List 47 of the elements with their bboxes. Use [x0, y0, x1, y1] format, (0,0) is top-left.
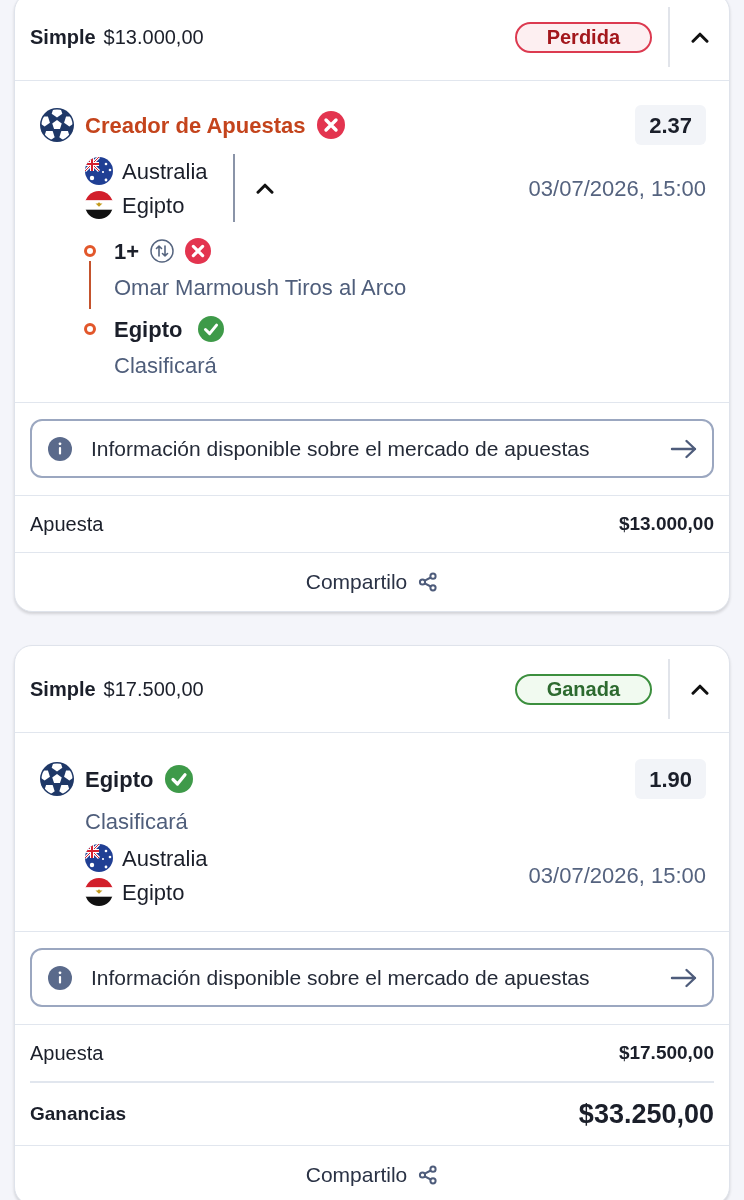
leg-connector-line [89, 261, 91, 309]
row-label: Ganancias [30, 1101, 127, 1126]
bet-amount: $13.000,00 [103, 25, 204, 50]
leg-description: Omar Marmoush Tiros al Arco [114, 273, 407, 302]
match-date: 03/07/2026, 15:00 [528, 861, 706, 890]
flag-icon [85, 878, 113, 906]
up-down-arrows-icon [150, 239, 175, 263]
bet-type-label: Simple [30, 677, 96, 702]
match-date: 03/07/2026, 15:00 [528, 174, 706, 203]
arrow-right-icon [670, 966, 698, 989]
odds-value: 1.90 [635, 759, 706, 799]
leg-description: Clasificará [114, 351, 217, 380]
row-label: Apuesta [30, 512, 104, 537]
row-value: $13.000,00 [618, 511, 714, 536]
team-name: Australia [122, 157, 208, 186]
arrow-right-icon [670, 437, 698, 460]
flag-icon [85, 191, 113, 219]
selection-title: Egipto [85, 765, 154, 794]
row-value: $33.250,00 [578, 1097, 714, 1131]
info-icon [48, 436, 72, 461]
bet-amount: $17.500,00 [103, 677, 204, 702]
selection-title: Creador de Apuestas [85, 111, 306, 140]
leg-value: Egipto [114, 315, 183, 344]
status-badge: Ganada [514, 673, 652, 705]
selection-description: Clasificará [85, 807, 188, 836]
ring-icon [84, 323, 96, 335]
share-button[interactable]: Compartilo [305, 566, 439, 598]
flag-icon [85, 844, 113, 872]
flag-icon [85, 157, 113, 185]
team-name: Egipto [122, 878, 185, 907]
share-icon [418, 572, 439, 592]
soccer-ball-icon [40, 762, 74, 796]
row-value: $17.500,00 [618, 1040, 714, 1065]
odds-value: 2.37 [635, 105, 706, 145]
team-name: Australia [122, 844, 208, 873]
row-label: Apuesta [30, 1041, 104, 1066]
market-info-button[interactable]: Información disponible sobre el mercado de apuestas [30, 419, 714, 478]
share-icon [418, 1165, 439, 1185]
soccer-ball-icon [40, 108, 74, 142]
status-badge: Perdida [514, 21, 652, 53]
info-icon [48, 965, 72, 990]
market-info-button[interactable]: Información disponible sobre el mercado de apuestas [30, 948, 714, 1007]
leg-value: 1+ [114, 237, 140, 266]
bet-type-label: Simple [30, 25, 96, 50]
share-button[interactable]: Compartilo [305, 1159, 439, 1191]
ring-icon [84, 245, 96, 257]
team-name: Egipto [122, 191, 185, 220]
